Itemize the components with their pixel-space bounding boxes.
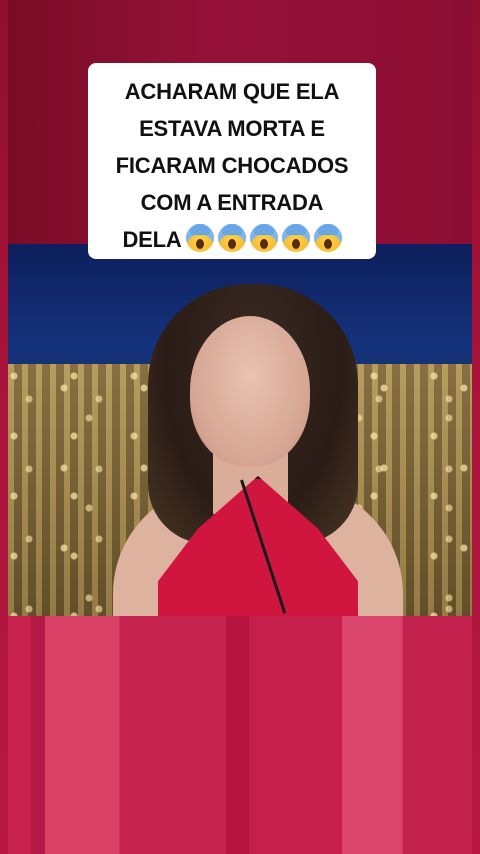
face-screaming-in-fear-icon — [313, 224, 342, 252]
caption-last-line: DELA — [94, 221, 370, 258]
caption-line: COM A ENTRADA — [140, 190, 324, 215]
face-screaming-in-fear-icon — [249, 224, 278, 252]
lower-stripes — [8, 616, 472, 854]
caption-line: ESTAVA MORTA E — [139, 116, 325, 141]
face-screaming-in-fear-icon — [185, 224, 214, 252]
caption-line: DELA — [122, 227, 182, 252]
caption-line: ACHARAM QUE ELA — [124, 79, 340, 104]
face-screaming-in-fear-icon — [217, 224, 246, 252]
caption-box: ACHARAM QUE ELA ESTAVA MORTA E FICARAM C… — [88, 63, 376, 259]
face-screaming-in-fear-icon — [281, 224, 310, 252]
woman-face — [190, 316, 310, 466]
caption-line: FICARAM CHOCADOS — [115, 153, 349, 178]
emoji-row — [185, 224, 342, 252]
video-still — [8, 244, 472, 616]
